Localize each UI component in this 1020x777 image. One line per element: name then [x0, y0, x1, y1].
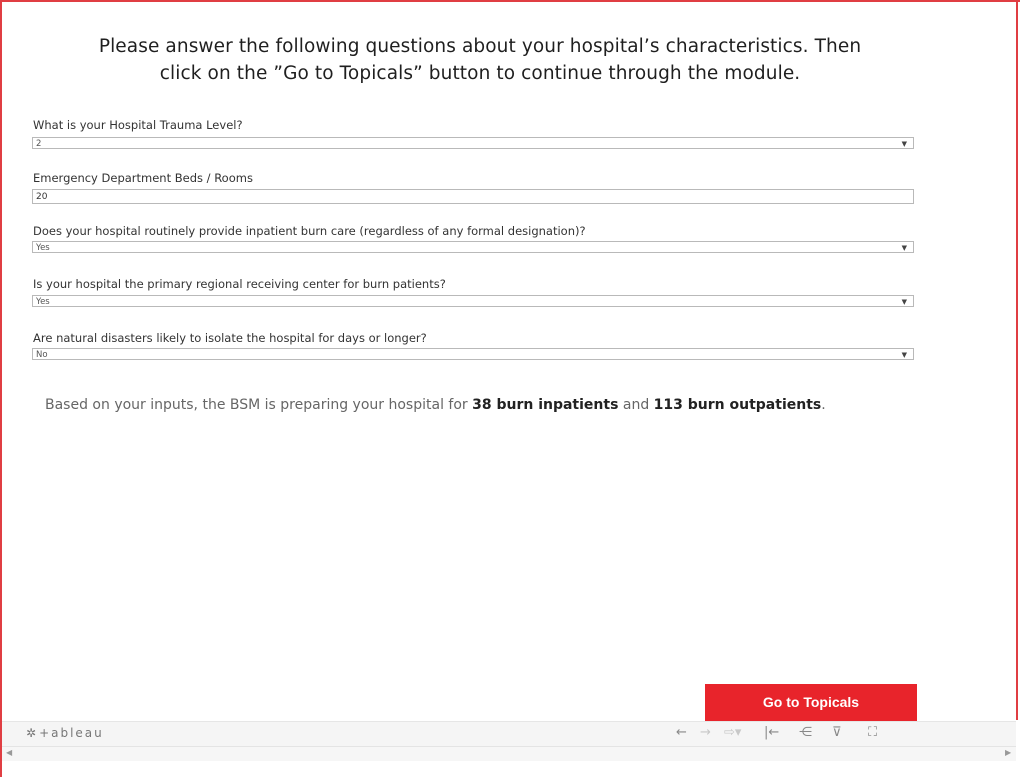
- question-label-trauma-level: What is your Hospital Trauma Level?: [33, 118, 243, 132]
- ed-beds-value: 20: [36, 192, 48, 202]
- question-label-ed-beds: Emergency Department Beds / Rooms: [33, 171, 253, 185]
- revert-icon[interactable]: ⇨▾: [724, 725, 741, 740]
- natural-disasters-dropdown[interactable]: No ▼: [32, 348, 914, 360]
- ed-beds-input[interactable]: 20: [32, 189, 914, 204]
- frame-border-right: [1016, 0, 1018, 720]
- question-label-inpatient-burn-care: Does your hospital routinely provide inp…: [33, 224, 586, 238]
- go-to-topicals-button[interactable]: Go to Topicals: [705, 684, 917, 721]
- tableau-logo: ✲ +ableau: [26, 726, 104, 740]
- reset-icon[interactable]: |←: [764, 725, 779, 740]
- chevron-down-icon[interactable]: ▼: [902, 349, 907, 361]
- primary-receiving-center-value: Yes: [36, 297, 50, 307]
- chevron-down-icon[interactable]: ▼: [902, 138, 907, 150]
- scroll-right-icon[interactable]: ▶: [1005, 748, 1011, 757]
- primary-receiving-center-dropdown[interactable]: Yes ▼: [32, 295, 914, 307]
- redo-icon[interactable]: →: [700, 725, 711, 740]
- fullscreen-icon[interactable]: ⛶: [868, 725, 877, 740]
- chevron-down-icon[interactable]: ▼: [902, 296, 907, 308]
- tableau-logo-icon: ✲: [26, 726, 37, 740]
- inpatient-burn-care-value: Yes: [36, 243, 50, 253]
- question-label-primary-receiving-center: Is your hospital the primary regional re…: [33, 277, 446, 291]
- outpatients-count: 113 burn outpatients: [653, 397, 822, 413]
- download-icon[interactable]: ⊽: [832, 725, 842, 740]
- frame-border-left: [0, 0, 2, 777]
- page-heading: Please answer the following questions ab…: [30, 33, 930, 87]
- summary-text: Based on your inputs, the BSM is prepari…: [45, 397, 826, 413]
- inpatient-burn-care-dropdown[interactable]: Yes ▼: [32, 241, 914, 253]
- scroll-left-icon[interactable]: ◀: [6, 748, 12, 757]
- chevron-down-icon[interactable]: ▼: [902, 242, 907, 254]
- heading-line-2: click on the ”Go to Topicals” button to …: [159, 63, 801, 84]
- undo-icon[interactable]: ←: [676, 725, 687, 740]
- summary-suffix: .: [821, 397, 826, 413]
- tableau-logo-text: +ableau: [39, 726, 104, 740]
- frame-border-top: [0, 0, 1020, 2]
- share-icon[interactable]: ⋲: [799, 725, 812, 740]
- trauma-level-dropdown[interactable]: 2 ▼: [32, 137, 914, 149]
- question-label-natural-disasters: Are natural disasters likely to isolate …: [33, 331, 427, 345]
- natural-disasters-value: No: [36, 350, 48, 360]
- heading-line-1: Please answer the following questions ab…: [98, 36, 862, 57]
- inpatients-count: 38 burn inpatients: [472, 397, 619, 413]
- summary-prefix: Based on your inputs, the BSM is prepari…: [45, 397, 468, 413]
- summary-conjunction: and: [622, 397, 650, 413]
- tableau-toolbar: ✲ +ableau ← → ⇨▾ |← ⋲ ⊽ ⛶: [2, 721, 1016, 746]
- horizontal-scrollbar[interactable]: ◀ ▶: [2, 746, 1016, 761]
- trauma-level-value: 2: [36, 139, 42, 149]
